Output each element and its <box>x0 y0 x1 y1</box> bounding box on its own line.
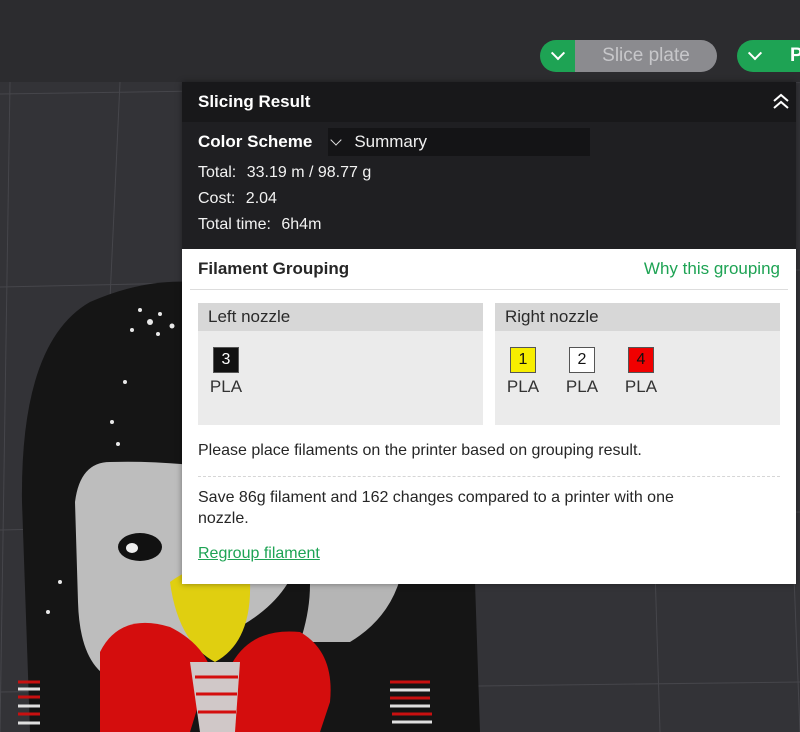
save-note-line2: nozzle. <box>198 510 249 527</box>
filament-slot-4[interactable]: 4 PLA <box>621 347 661 397</box>
slicing-result-panel: Slicing Result Color Scheme Summary Tota… <box>182 82 796 584</box>
filament-slot-3[interactable]: 3 PLA <box>206 347 246 397</box>
slicing-result-title: Slicing Result <box>198 92 311 111</box>
color-scheme-value: Summary <box>354 132 428 151</box>
filament-swatch: 2 <box>569 347 595 373</box>
filament-type: PLA <box>624 377 658 396</box>
filament-grouping-title: Filament Grouping <box>198 259 350 278</box>
right-nozzle-group: Right nozzle 1 PLA 2 PLA 4 PLA <box>495 303 780 425</box>
total-value: 33.19 m / 98.77 g <box>246 164 372 181</box>
collapse-icon[interactable] <box>772 92 790 112</box>
cost-stat: Cost: 2.04 <box>198 190 277 208</box>
slice-plate-button[interactable]: Slice plate <box>575 40 717 72</box>
slicing-result-header: Slicing Result <box>182 82 796 122</box>
cost-label: Cost: <box>198 190 236 207</box>
filament-type: PLA <box>506 377 540 396</box>
time-label: Total time: <box>198 216 271 233</box>
left-nozzle-label: Left nozzle <box>198 303 483 331</box>
filament-swatch: 3 <box>213 347 239 373</box>
time-stat: Total time: 6h4m <box>198 216 321 234</box>
time-value: 6h4m <box>281 216 322 233</box>
color-scheme-select[interactable]: Summary <box>328 128 591 156</box>
print-dropdown-button[interactable] <box>737 40 772 72</box>
color-scheme-row: Color Scheme Summary <box>198 128 591 156</box>
total-label: Total: <box>198 164 237 181</box>
chevron-down-icon <box>747 46 762 61</box>
slice-dropdown-button[interactable] <box>540 40 575 72</box>
chevron-down-icon <box>550 46 565 61</box>
filament-type: PLA <box>565 377 599 396</box>
slicing-result-section: Slicing Result Color Scheme Summary Tota… <box>182 82 796 249</box>
right-nozzle-label: Right nozzle <box>495 303 780 331</box>
nozzle-groups: Left nozzle 3 PLA Right nozzle 1 PLA 2 P… <box>198 303 780 425</box>
filament-swatch: 1 <box>510 347 536 373</box>
chevron-down-icon <box>330 134 342 146</box>
print-plate-button[interactable]: P <box>772 40 800 72</box>
regroup-filament-link[interactable]: Regroup filament <box>198 545 320 563</box>
divider <box>198 476 780 477</box>
color-scheme-label: Color Scheme <box>198 132 313 151</box>
left-nozzle-group: Left nozzle 3 PLA <box>198 303 483 425</box>
why-grouping-link[interactable]: Why this grouping <box>644 259 780 279</box>
cost-value: 2.04 <box>245 190 277 207</box>
place-filaments-note: Please place filaments on the printer ba… <box>198 442 642 459</box>
filament-type: PLA <box>209 377 243 396</box>
filament-slot-1[interactable]: 1 PLA <box>503 347 543 397</box>
total-stat: Total: 33.19 m / 98.77 g <box>198 164 371 182</box>
filament-swatch: 4 <box>628 347 654 373</box>
filament-grouping-header: Filament Grouping Why this grouping <box>190 249 788 290</box>
save-note-line1: Save 86g filament and 162 changes compar… <box>198 489 674 506</box>
filament-slot-2[interactable]: 2 PLA <box>562 347 602 397</box>
